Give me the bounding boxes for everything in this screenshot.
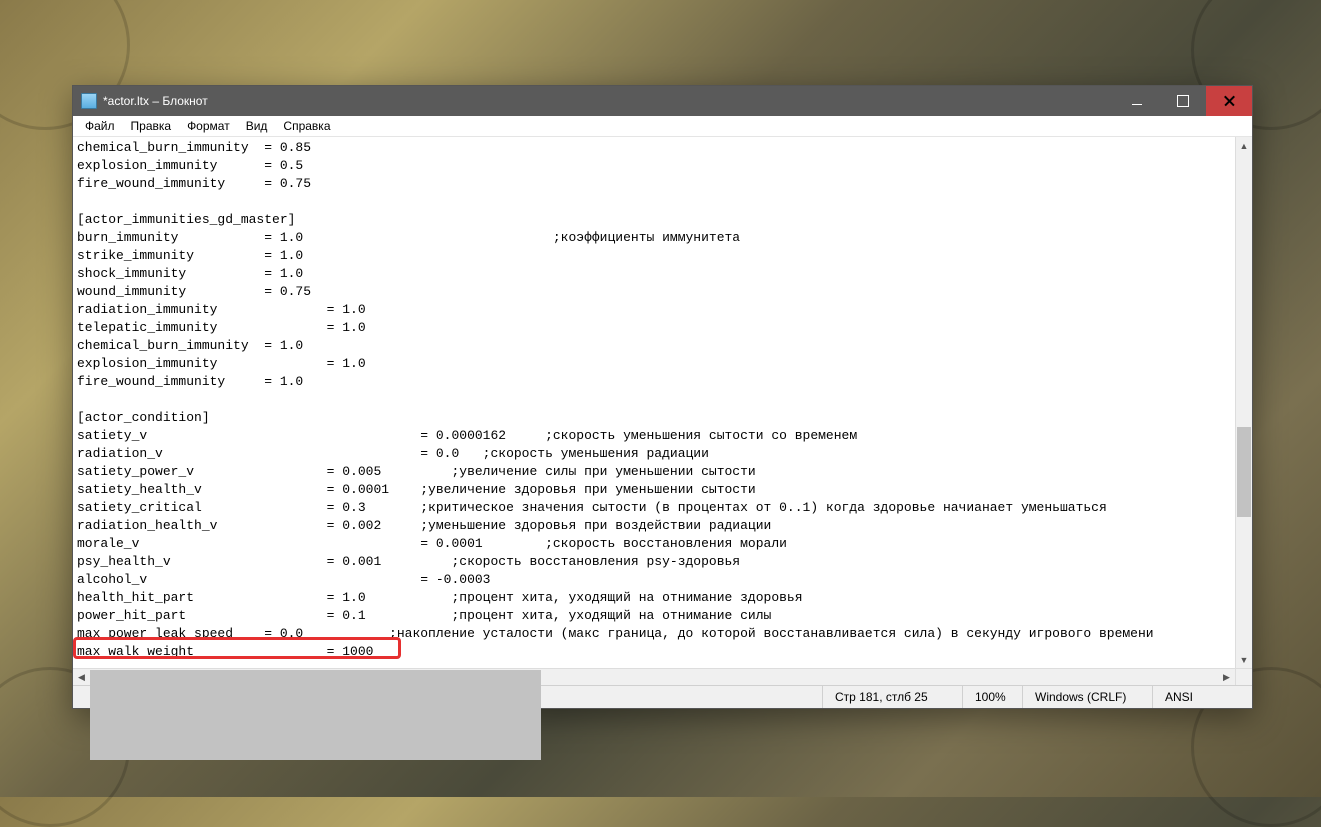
- scroll-down-icon[interactable]: ▼: [1236, 651, 1252, 668]
- menu-edit[interactable]: Правка: [123, 117, 180, 135]
- maximize-button[interactable]: [1160, 86, 1206, 116]
- scroll-track-vertical[interactable]: [1236, 154, 1252, 651]
- scroll-track-horizontal[interactable]: [90, 669, 1218, 685]
- status-zoom: 100%: [962, 686, 1022, 708]
- scroll-thumb-vertical[interactable]: [1237, 427, 1251, 517]
- editor-area: chemical_burn_immunity = 0.85 explosion_…: [73, 137, 1252, 668]
- scroll-right-icon[interactable]: ▶: [1218, 669, 1235, 685]
- notepad-window: *actor.ltx – Блокнот Файл Правка Формат …: [72, 85, 1253, 709]
- scroll-corner: [1235, 668, 1252, 685]
- status-encoding: ANSI: [1152, 686, 1252, 708]
- minimize-button[interactable]: [1114, 86, 1160, 116]
- menubar: Файл Правка Формат Вид Справка: [73, 116, 1252, 137]
- scroll-thumb-horizontal[interactable]: [90, 670, 541, 760]
- close-button[interactable]: [1206, 86, 1252, 116]
- horizontal-scrollbar[interactable]: ◀ ▶: [73, 668, 1235, 685]
- titlebar[interactable]: *actor.ltx – Блокнот: [73, 86, 1252, 116]
- vertical-scrollbar[interactable]: ▲ ▼: [1235, 137, 1252, 668]
- window-title: *actor.ltx – Блокнот: [103, 94, 1114, 108]
- menu-format[interactable]: Формат: [179, 117, 238, 135]
- bottom-area: ◀ ▶ Стр 181, стлб 25 100% Windows (CRLF)…: [73, 668, 1252, 708]
- menu-file[interactable]: Файл: [77, 117, 123, 135]
- text-editor[interactable]: chemical_burn_immunity = 0.85 explosion_…: [73, 137, 1235, 668]
- window-controls: [1114, 86, 1252, 116]
- scroll-up-icon[interactable]: ▲: [1236, 137, 1252, 154]
- status-position: Стр 181, стлб 25: [822, 686, 962, 708]
- menu-help[interactable]: Справка: [275, 117, 338, 135]
- scroll-left-icon[interactable]: ◀: [73, 669, 90, 685]
- status-line-ending: Windows (CRLF): [1022, 686, 1152, 708]
- app-icon: [81, 93, 97, 109]
- menu-view[interactable]: Вид: [238, 117, 276, 135]
